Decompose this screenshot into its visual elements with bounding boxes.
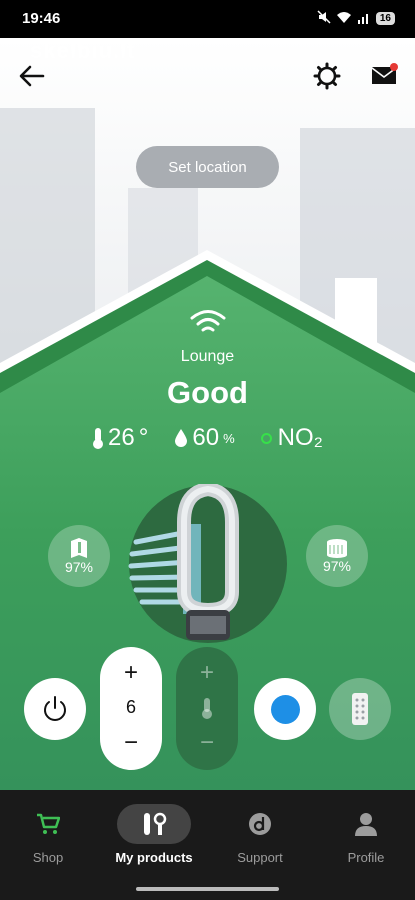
- droplet-icon: [175, 429, 188, 447]
- speed-increase-button[interactable]: +: [100, 659, 162, 687]
- device-screen: skelbiu.lt Set location Lounge Good 26 °…: [0, 38, 415, 790]
- bottom-navigation: Shop My products Support Profile: [0, 790, 415, 900]
- filter-right-percentage: 97%: [322, 558, 352, 574]
- power-button[interactable]: [24, 678, 86, 740]
- filter-icon: [71, 538, 87, 558]
- status-bar: 19:46 16: [0, 0, 415, 38]
- temperature-value: 26: [108, 424, 135, 451]
- purifier-fan-image: [128, 484, 239, 640]
- products-icon: [117, 804, 191, 844]
- mode-indicator-icon: [270, 694, 300, 724]
- heat-control: + −: [176, 647, 238, 770]
- nav-label: Shop: [32, 850, 64, 865]
- thermometer-icon: [202, 698, 212, 719]
- battery-icon: 16: [375, 12, 395, 25]
- temperature-unit: °: [138, 424, 149, 451]
- hepa-filter-icon: [327, 539, 347, 558]
- power-icon: [44, 696, 66, 721]
- pollutant-label: NO₂: [277, 424, 323, 451]
- home-indicator[interactable]: [136, 887, 279, 891]
- air-quality-status: Good: [167, 375, 248, 410]
- room-name: Lounge: [180, 348, 235, 365]
- mode-button[interactable]: [254, 678, 316, 740]
- heat-decrease-button[interactable]: −: [176, 729, 238, 757]
- nav-my-products[interactable]: My products: [104, 804, 204, 865]
- filter-left-percentage: 97%: [64, 559, 94, 575]
- filter-status-hepa[interactable]: 97%: [306, 525, 368, 587]
- temperature-reading: 26 °: [92, 424, 148, 452]
- humidity-value: 60: [192, 424, 220, 451]
- wifi-icon: [190, 310, 226, 332]
- fan-speed-value: 6: [125, 697, 136, 717]
- humidity-reading: 60%: [174, 424, 235, 452]
- status-icons: 16: [317, 10, 395, 27]
- nav-profile[interactable]: Profile: [316, 804, 415, 865]
- speed-decrease-button[interactable]: −: [100, 729, 162, 757]
- mute-icon: [317, 10, 331, 27]
- nav-label: My products: [115, 850, 193, 865]
- nav-label: Profile: [347, 850, 385, 865]
- remote-control-icon: [352, 693, 368, 725]
- humidity-unit: %: [223, 430, 235, 446]
- pollutant-status-dot: [260, 432, 272, 444]
- status-time: 19:46: [22, 10, 61, 27]
- pollutant-reading: NO₂: [260, 424, 323, 452]
- remote-button[interactable]: [329, 678, 391, 740]
- signal-icon: [357, 11, 371, 27]
- nav-shop[interactable]: Shop: [0, 804, 98, 865]
- fan-speed-control: + 6 −: [100, 647, 162, 770]
- cart-icon: [0, 804, 98, 844]
- heat-increase-button[interactable]: +: [176, 659, 238, 687]
- profile-icon: [316, 804, 415, 844]
- environment-readings: 26 ° 60% NO₂: [0, 424, 415, 452]
- nav-label: Support: [237, 850, 283, 865]
- thermometer-icon: [93, 428, 104, 449]
- support-icon: [210, 804, 310, 844]
- nav-support[interactable]: Support: [210, 804, 310, 865]
- wifi-icon: [336, 11, 352, 27]
- filter-status-carbon[interactable]: 97%: [48, 525, 110, 587]
